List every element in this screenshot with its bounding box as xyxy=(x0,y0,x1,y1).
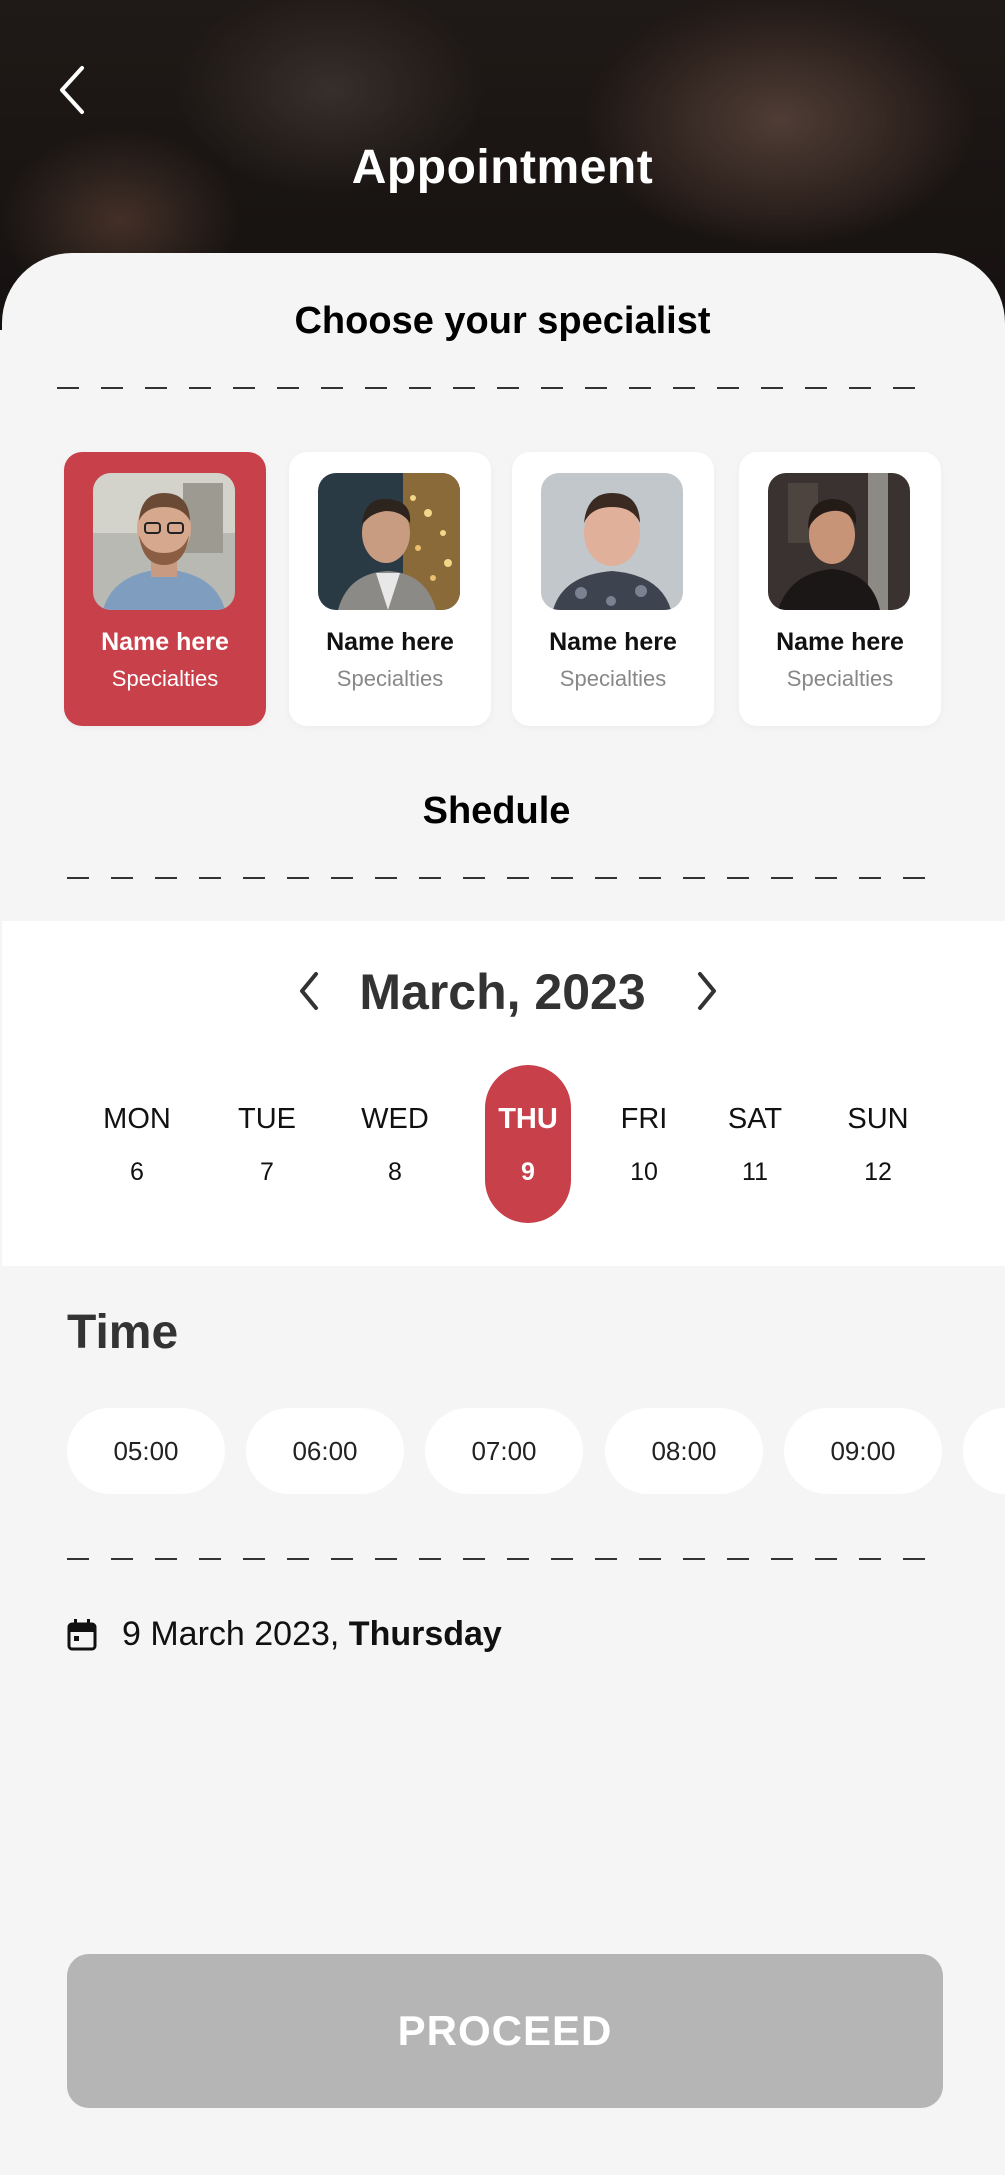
calendar-icon xyxy=(67,1619,97,1651)
chevron-left-icon xyxy=(60,66,84,114)
specialist-card[interactable]: Name here Specialties xyxy=(739,452,941,726)
time-slot[interactable]: 05:00 xyxy=(67,1408,225,1494)
time-slot[interactable]: 07:00 xyxy=(425,1408,583,1494)
specialist-card[interactable]: Name here Specialties xyxy=(64,452,266,726)
day-thu[interactable]: THU 9 xyxy=(473,1065,583,1225)
time-slot[interactable]: 09:00 xyxy=(784,1408,942,1494)
specialist-card[interactable]: Name here Specialties xyxy=(289,452,491,726)
day-sun[interactable]: SUN 12 xyxy=(823,1065,933,1225)
selected-date-summary: 9 March 2023, Thursday xyxy=(122,1615,502,1654)
day-mon[interactable]: MON 6 xyxy=(82,1065,192,1225)
next-month-button[interactable] xyxy=(686,966,726,1016)
day-name: MON xyxy=(103,1103,171,1135)
day-sat[interactable]: SAT 11 xyxy=(700,1065,810,1225)
day-name: WED xyxy=(361,1103,429,1135)
day-name: FRI xyxy=(620,1103,668,1135)
specialist-photo xyxy=(768,473,910,610)
specialist-photo xyxy=(93,473,235,610)
selected-date: 9 March 2023, xyxy=(122,1615,349,1653)
divider xyxy=(67,877,943,879)
day-date: 7 xyxy=(260,1158,274,1186)
chevron-right-icon xyxy=(698,972,716,1010)
specialist-photo xyxy=(541,473,683,610)
day-date: 9 xyxy=(521,1158,535,1186)
schedule-section-title: Shedule xyxy=(422,790,571,832)
divider xyxy=(67,1558,943,1560)
day-name: SAT xyxy=(727,1103,783,1135)
specialist-specialty: Specialties xyxy=(336,666,444,691)
time-slot[interactable]: 08:00 xyxy=(605,1408,763,1494)
specialist-specialty: Specialties xyxy=(786,666,894,691)
day-name: TUE xyxy=(238,1103,296,1135)
day-date: 6 xyxy=(130,1158,144,1186)
day-wed[interactable]: WED 8 xyxy=(340,1065,450,1225)
specialist-specialty: Specialties xyxy=(111,666,219,691)
proceed-button[interactable]: PROCEED xyxy=(67,1954,943,2108)
previous-month-button[interactable] xyxy=(290,966,330,1016)
page-title: Appointment xyxy=(351,141,654,194)
day-date: 12 xyxy=(864,1158,892,1186)
time-section-title: Time xyxy=(67,1306,179,1359)
divider xyxy=(57,387,935,389)
back-button[interactable] xyxy=(54,62,94,118)
time-slot[interactable]: 06:00 xyxy=(246,1408,404,1494)
chevron-left-icon xyxy=(300,972,318,1010)
day-name: SUN xyxy=(847,1103,909,1135)
month-label: March, 2023 xyxy=(359,964,646,1020)
day-date: 11 xyxy=(742,1158,768,1186)
specialist-card[interactable]: Name here Specialties xyxy=(512,452,714,726)
day-fri[interactable]: FRI 10 xyxy=(589,1065,699,1225)
day-date: 10 xyxy=(630,1158,658,1186)
specialist-photo xyxy=(318,473,460,610)
specialist-name: Name here xyxy=(101,628,229,656)
specialist-specialty: Specialties xyxy=(559,666,667,691)
specialist-section-title: Choose your specialist xyxy=(294,300,711,342)
selected-weekday: Thursday xyxy=(348,1615,502,1653)
day-tue[interactable]: TUE 7 xyxy=(212,1065,322,1225)
day-date: 8 xyxy=(388,1158,402,1186)
specialist-name: Name here xyxy=(776,628,904,656)
day-name: THU xyxy=(498,1103,558,1135)
specialist-name: Name here xyxy=(549,628,677,656)
specialist-name: Name here xyxy=(326,628,454,656)
